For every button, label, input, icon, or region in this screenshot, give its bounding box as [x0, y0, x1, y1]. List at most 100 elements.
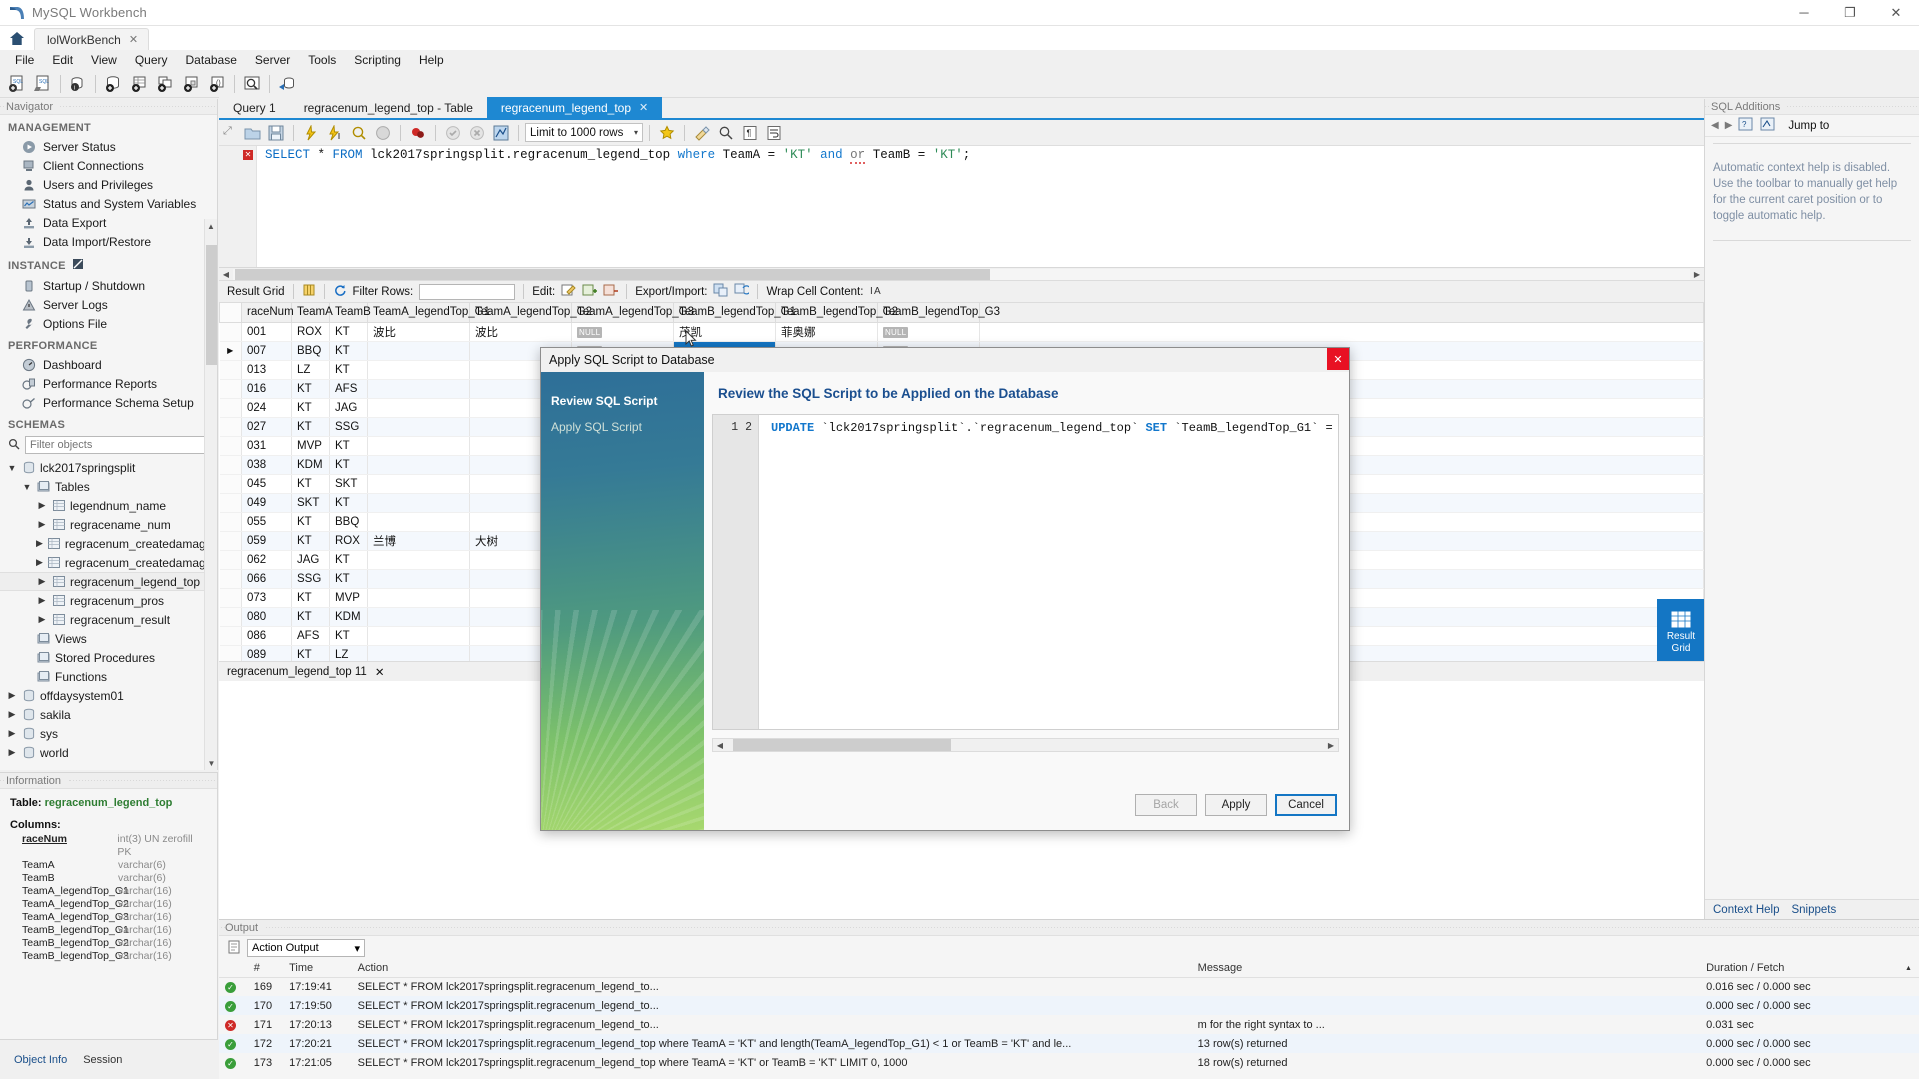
sidebar-item-server-status[interactable]: Server Status: [0, 137, 217, 156]
table-cell[interactable]: 049: [241, 493, 292, 513]
menu-edit[interactable]: Edit: [43, 51, 82, 69]
row-marker[interactable]: [219, 379, 242, 399]
table-cell[interactable]: [367, 417, 470, 437]
table-cell[interactable]: 073: [241, 588, 292, 608]
table-cell[interactable]: 038: [241, 455, 292, 475]
table-cell[interactable]: KT: [291, 645, 330, 661]
table-cell[interactable]: 016: [241, 379, 292, 399]
row-marker[interactable]: [219, 626, 242, 646]
tab-snippets[interactable]: Snippets: [1791, 904, 1836, 916]
inspect-object-icon[interactable]: [239, 72, 265, 96]
new-schema-icon[interactable]: [100, 72, 126, 96]
scrollbar-track[interactable]: [233, 268, 1690, 280]
table-cell[interactable]: KDM: [329, 607, 368, 627]
table-cell[interactable]: KDM: [291, 455, 330, 475]
sidebar-item-users-and-privileges[interactable]: Users and Privileges: [0, 175, 217, 194]
row-marker[interactable]: ▶: [219, 341, 242, 361]
output-row[interactable]: ✓ 172 17:20:21 SELECT * FROM lck2017springs…: [219, 1034, 1919, 1053]
chevron-right-icon[interactable]: ▶: [36, 614, 48, 625]
tab-regracenum-legend-top-table[interactable]: regracenum_legend_top - Table: [289, 97, 487, 118]
scroll-left-icon[interactable]: ◀: [713, 741, 727, 750]
table-cell[interactable]: AFS: [329, 379, 368, 399]
output-row[interactable]: ✓ 169 17:19:41 SELECT * FROM lck2017springs…: [219, 977, 1919, 996]
open-sql-script-icon[interactable]: SQL: [30, 72, 56, 96]
table-cell[interactable]: 045: [241, 474, 292, 494]
navigator-scrollbar[interactable]: ▲ ▼: [204, 219, 217, 770]
delete-row-icon[interactable]: [603, 283, 619, 300]
chevron-right-icon[interactable]: ▶: [36, 557, 43, 568]
tab-context-help[interactable]: Context Help: [1713, 904, 1779, 916]
table-cell[interactable]: [367, 626, 470, 646]
menu-server[interactable]: Server: [246, 51, 299, 69]
search-input[interactable]: [25, 436, 211, 454]
save-snippet-icon[interactable]: [656, 122, 678, 144]
menu-view[interactable]: View: [82, 51, 126, 69]
commit-transaction-icon[interactable]: [442, 122, 464, 144]
new-procedure-icon[interactable]: [178, 72, 204, 96]
table-cell[interactable]: LZ: [329, 645, 368, 661]
table-cell[interactable]: [367, 398, 470, 418]
result-grid-side-tab[interactable]: Result Grid: [1657, 599, 1704, 661]
explain-query-icon[interactable]: [348, 122, 370, 144]
connection-tab-lolworkbench[interactable]: lolWorkBench ✕: [34, 28, 150, 50]
tree-item-lck2017springsplit[interactable]: ▼ lck2017springsplit: [0, 458, 217, 477]
table-cell[interactable]: JAG: [329, 398, 368, 418]
output-header-message[interactable]: Message: [1191, 960, 1701, 978]
table-cell[interactable]: 024: [241, 398, 292, 418]
refresh-icon[interactable]: [333, 283, 347, 300]
row-marker[interactable]: [219, 569, 242, 589]
row-marker[interactable]: [219, 493, 242, 513]
export-recordset-icon[interactable]: [713, 283, 728, 300]
new-function-icon[interactable]: (): [204, 72, 230, 96]
table-cell[interactable]: 菲奥娜: [775, 322, 878, 342]
beautify-query-icon[interactable]: [691, 122, 713, 144]
toggle-invisible-chars-icon[interactable]: ¶: [739, 122, 761, 144]
chevron-right-icon[interactable]: ▶: [6, 728, 18, 739]
back-icon[interactable]: ◀: [1711, 120, 1719, 131]
row-marker[interactable]: [219, 588, 242, 608]
chevron-right-icon[interactable]: ▶: [6, 690, 18, 701]
error-marker-icon[interactable]: ✕: [243, 150, 253, 160]
table-cell[interactable]: [367, 436, 470, 456]
tree-item-regracenum-result[interactable]: ▶ regracenum_result: [0, 610, 217, 629]
output-row[interactable]: ✓ 173 17:21:05 SELECT * FROM lck2017springs…: [219, 1053, 1919, 1072]
result-set-tab[interactable]: regracenum_legend_top 11 ✕: [227, 665, 384, 679]
chevron-right-icon[interactable]: ▶: [6, 709, 18, 720]
row-marker[interactable]: [219, 512, 242, 532]
autocommit-toggle-icon[interactable]: [490, 122, 512, 144]
sidebar-item-options-file[interactable]: Options File: [0, 314, 217, 333]
column-header-teamb_legendtop_g2[interactable]: TeamB_legendTop_G2: [775, 303, 898, 323]
chevron-right-icon[interactable]: ▶: [36, 500, 48, 511]
tab-query-1[interactable]: Query 1: [219, 97, 290, 118]
menu-database[interactable]: Database: [177, 51, 246, 69]
menu-help[interactable]: Help: [410, 51, 453, 69]
row-marker[interactable]: [219, 360, 242, 380]
scroll-left-icon[interactable]: ◀: [219, 270, 233, 279]
toggle-word-wrap-icon[interactable]: [763, 122, 785, 144]
close-icon[interactable]: ✕: [375, 665, 385, 679]
table-cell[interactable]: KT: [329, 626, 368, 646]
table-cell[interactable]: [367, 550, 470, 570]
tab-session[interactable]: Session: [75, 1051, 130, 1069]
table-cell[interactable]: [367, 512, 470, 532]
tree-item-tables[interactable]: ▼ Tables: [0, 477, 217, 496]
tree-item-regracenum-pros[interactable]: ▶ regracenum_pros: [0, 591, 217, 610]
row-marker[interactable]: [219, 322, 242, 342]
table-cell[interactable]: KT: [291, 417, 330, 437]
table-cell[interactable]: ROX: [329, 531, 368, 551]
table-cell[interactable]: BBQ: [291, 341, 330, 361]
table-row[interactable]: 001 ROX KT 波比 波比 NULL 茂凯 菲奥娜 NULL: [219, 322, 1704, 342]
row-marker[interactable]: [219, 474, 242, 494]
table-cell[interactable]: 007: [241, 341, 292, 361]
table-cell[interactable]: 波比: [469, 322, 572, 342]
table-cell[interactable]: 080: [241, 607, 292, 627]
dialog-sql-preview[interactable]: 1 2 UPDATE `lck2017springsplit`.`regrace…: [712, 414, 1339, 730]
row-marker[interactable]: [219, 531, 242, 551]
filter-rows-input[interactable]: [419, 283, 516, 300]
dialog-step-review-sql-script[interactable]: Review SQL Script: [541, 388, 704, 414]
stop-execution-icon[interactable]: [372, 122, 394, 144]
column-header-teama[interactable]: TeamA: [291, 303, 333, 323]
table-cell[interactable]: [367, 455, 470, 475]
table-cell[interactable]: 波比: [367, 322, 470, 342]
table-cell[interactable]: SKT: [329, 474, 368, 494]
